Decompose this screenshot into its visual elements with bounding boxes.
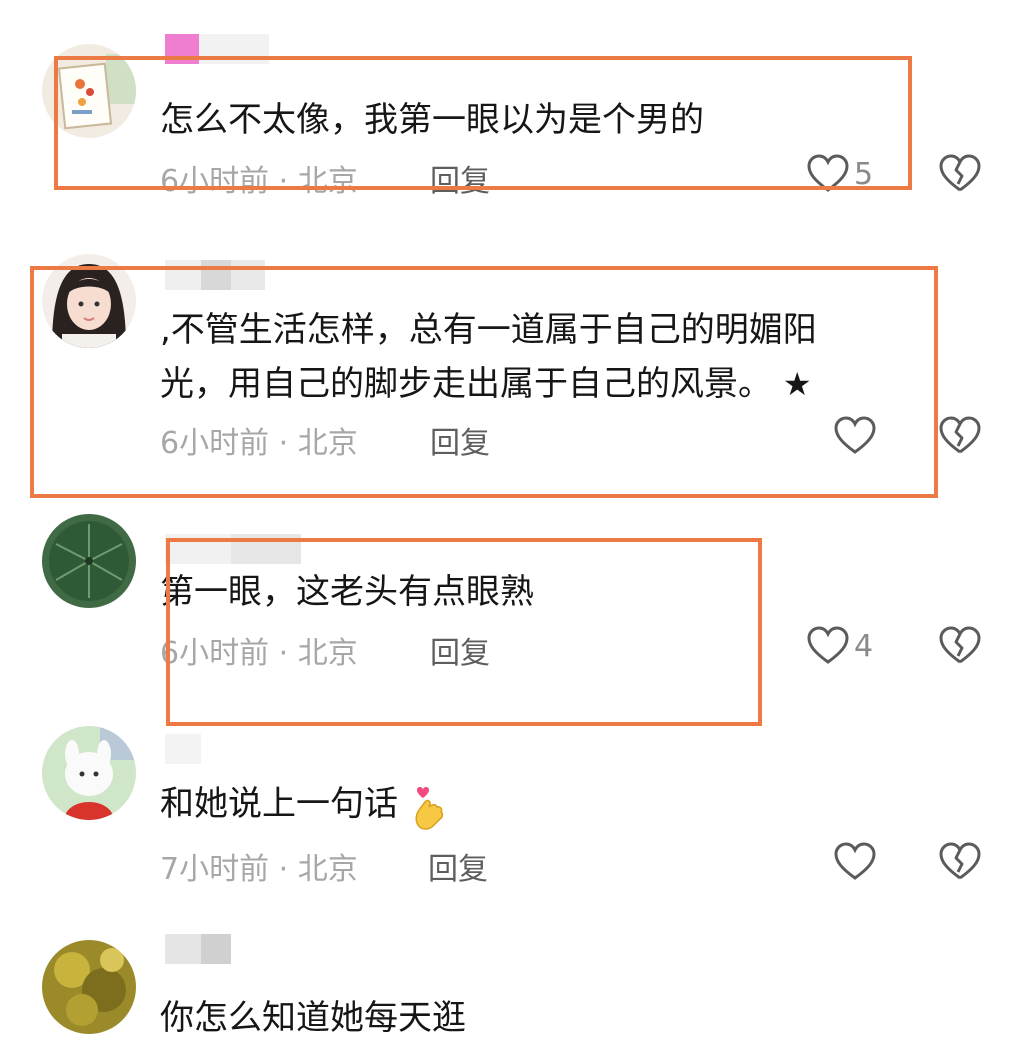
comment-text-content: 和她说上一句话 [160,784,398,824]
comment-time-location: 7小时前 · 北京 [160,852,358,887]
user-avatar[interactable] [42,726,136,820]
user-avatar[interactable] [42,254,136,348]
like-count: 5 [854,156,874,192]
dislike-button[interactable] [938,842,982,886]
dislike-button[interactable] [938,416,982,460]
comment-text: 你怎么知道她每天逛 [160,998,466,1038]
username-blurred[interactable] [165,260,265,290]
like-button[interactable] [833,842,877,882]
comment-time-location: 6小时前 · 北京 [160,164,358,199]
dislike-button[interactable] [938,154,982,198]
username-blurred[interactable] [165,734,201,764]
username-blurred[interactable] [165,934,231,964]
finger-heart-emoji-icon [415,786,443,830]
comment-time-location: 6小时前 · 北京 [160,426,358,461]
heart-icon [834,842,876,880]
like-button[interactable]: 5 [806,154,873,194]
reply-button[interactable]: 回复 [428,844,488,888]
heart-icon [834,416,876,454]
comment-text: 怎么不太像，我第一眼以为是个男的 [160,100,704,140]
dislike-button[interactable] [938,626,982,670]
reply-button[interactable]: 回复 [430,418,490,462]
comment-text: 和她说上一句话 [160,776,449,832]
user-avatar[interactable] [42,514,136,608]
star-icon: ★ [782,365,812,403]
comment-item: 怎么不太像，我第一眼以为是个男的 6小时前 · 北京 回复 5 [0,0,1024,220]
username-blurred[interactable] [165,34,269,64]
like-button[interactable]: 4 [806,626,873,666]
user-avatar[interactable] [42,44,136,138]
heart-icon [807,154,849,192]
broken-heart-icon [939,626,981,664]
broken-heart-icon [939,416,981,454]
comment-item: 第一眼，这老头有点眼熟 6小时前 · 北京 回复 4 [0,510,1024,720]
heart-icon [807,626,849,664]
comment-text-line-2: 光，用自己的脚步走出属于自己的风景。 ★ [160,356,812,412]
comment-item: 和她说上一句话 7小时前 · 北京 回复 [0,720,1024,930]
comment-time-location: 6小时前 · 北京 [160,636,358,671]
comment-item: ,不管生活怎样，总有一道属于自己的明媚阳 光，用自己的脚步走出属于自己的风景。 … [0,220,1024,510]
user-avatar[interactable] [42,940,136,1034]
comment-text: 第一眼，这老头有点眼熟 [160,572,534,612]
username-blurred[interactable] [165,534,301,564]
comment-item: 你怎么知道她每天逛 [0,930,1024,1048]
comment-text-line-1: ,不管生活怎样，总有一道属于自己的明媚阳 [160,310,817,350]
reply-button[interactable]: 回复 [430,156,490,200]
reply-button[interactable]: 回复 [430,628,490,672]
like-count: 4 [854,628,874,664]
broken-heart-icon [939,154,981,192]
like-button[interactable] [833,416,877,456]
broken-heart-icon [939,842,981,880]
comment-text-line-2-content: 光，用自己的脚步走出属于自己的风景。 [160,364,772,404]
